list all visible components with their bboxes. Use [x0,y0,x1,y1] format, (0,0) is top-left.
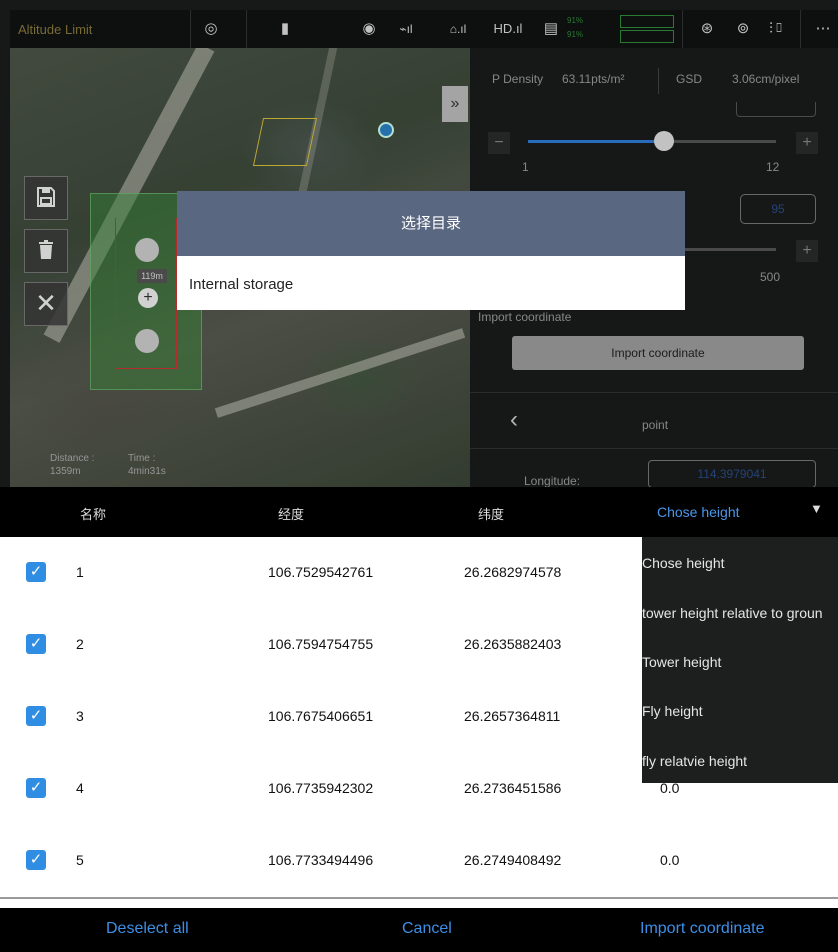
dialog-body: Internal storage [177,256,685,310]
cell-name: 2 [76,636,84,652]
chevron-down-icon[interactable]: ▼ [810,501,823,516]
action-bar: Deselect all Cancel Import coordinate [0,908,838,952]
row-checkbox[interactable]: ✓ [26,850,46,870]
row-checkbox[interactable]: ✓ [26,562,46,582]
table-row[interactable]: ✓ 5 106.7733494496 26.2749408492 0.0 [0,825,838,899]
cancel-button[interactable]: Cancel [402,920,452,938]
column-header-latitude: 纬度 [478,507,505,522]
dropdown-option[interactable]: Tower height [642,654,838,670]
cell-longitude: 106.7735942302 [268,780,374,796]
dropdown-option[interactable]: fly relatvie height [642,753,838,769]
row-checkbox[interactable]: ✓ [26,778,46,798]
cell-name: 5 [76,852,84,868]
column-header-longitude: 经度 [278,507,305,522]
drone-app-background: 119m + Distance : 1359m Time : 4min31s »… [0,0,838,487]
dropdown-option[interactable]: Fly height [642,703,838,719]
dropdown-option[interactable]: Chose height [642,555,838,571]
cell-longitude: 106.7733494496 [268,852,374,868]
storage-option-internal[interactable]: Internal storage [189,256,293,314]
height-dropdown-menu: Chose height tower height relative to gr… [642,537,838,783]
cell-name: 1 [76,564,84,580]
cell-name: 4 [76,780,84,796]
row-checkbox[interactable]: ✓ [26,706,46,726]
cell-latitude: 26.2736451586 [464,780,562,796]
cell-longitude: 106.7675406651 [268,708,374,724]
cell-latitude: 26.2657364811 [464,708,561,724]
cell-height[interactable]: 0.0 [660,852,679,868]
table-header: 名称 经度 纬度 Chose height ▼ [0,487,838,537]
row-checkbox[interactable]: ✓ [26,634,46,654]
column-header-name: 名称 [80,507,107,522]
dropdown-option[interactable]: tower height relative to groun [642,605,838,621]
cell-latitude: 26.2635882403 [464,636,562,652]
dialog-title: 选择目录 [177,191,685,256]
deselect-all-button[interactable]: Deselect all [106,920,189,938]
cell-latitude: 26.2682974578 [464,564,562,580]
import-coordinate-confirm-button[interactable]: Import coordinate [640,920,765,938]
cell-longitude: 106.7594754755 [268,636,374,652]
cell-name: 3 [76,708,84,724]
height-select[interactable]: Chose height [657,504,740,520]
cell-longitude: 106.7529542761 [268,564,374,580]
cell-latitude: 26.2749408492 [464,852,562,868]
